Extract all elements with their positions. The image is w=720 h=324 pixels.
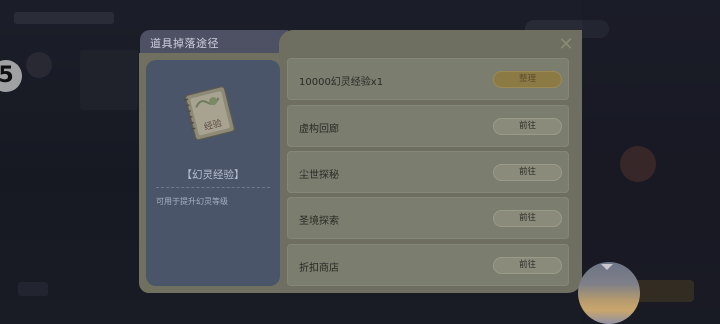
game-screen: 5 道具掉落途径 ✕ 经验 【幻灵经验】 可用于提升幻灵等级 10000幻灵经验… xyxy=(0,0,720,324)
source-label: 圣境探索 xyxy=(299,216,339,227)
source-label: 虚构回廊 xyxy=(299,124,339,135)
goto-button[interactable]: 前往 xyxy=(493,257,562,274)
source-label: 折扣商店 xyxy=(299,263,339,274)
close-icon: ✕ xyxy=(558,34,574,55)
source-row-sanctuary[interactable]: 圣境探索 前往 xyxy=(287,197,569,239)
experience-book-icon: 经验 xyxy=(183,86,235,141)
goto-button[interactable]: 前往 xyxy=(493,118,562,135)
source-row-discount-shop[interactable]: 折扣商店 前往 xyxy=(287,244,569,286)
item-divider xyxy=(156,187,270,188)
item-description: 可用于提升幻灵等级 xyxy=(156,197,228,206)
source-row-exp-pack[interactable]: 10000幻灵经验x1 整理 xyxy=(287,58,569,100)
goto-button[interactable]: 前往 xyxy=(493,164,562,181)
source-row-corridor[interactable]: 虚构回廊 前往 xyxy=(287,105,569,147)
dialog-title: 道具掉落途径 xyxy=(150,37,219,50)
source-label: 尘世探秘 xyxy=(299,170,339,181)
item-card: 经验 【幻灵经验】 可用于提升幻灵等级 xyxy=(146,60,280,286)
character-portrait[interactable] xyxy=(578,262,640,324)
source-label: 10000幻灵经验x1 xyxy=(299,77,384,88)
chevron-down-icon xyxy=(601,264,613,270)
source-action-button[interactable]: 整理 xyxy=(493,71,562,88)
close-button[interactable]: ✕ xyxy=(557,36,575,54)
source-row-exploration[interactable]: 尘世探秘 前往 xyxy=(287,151,569,193)
goto-button[interactable]: 前往 xyxy=(493,210,562,227)
item-name: 【幻灵经验】 xyxy=(181,169,245,181)
